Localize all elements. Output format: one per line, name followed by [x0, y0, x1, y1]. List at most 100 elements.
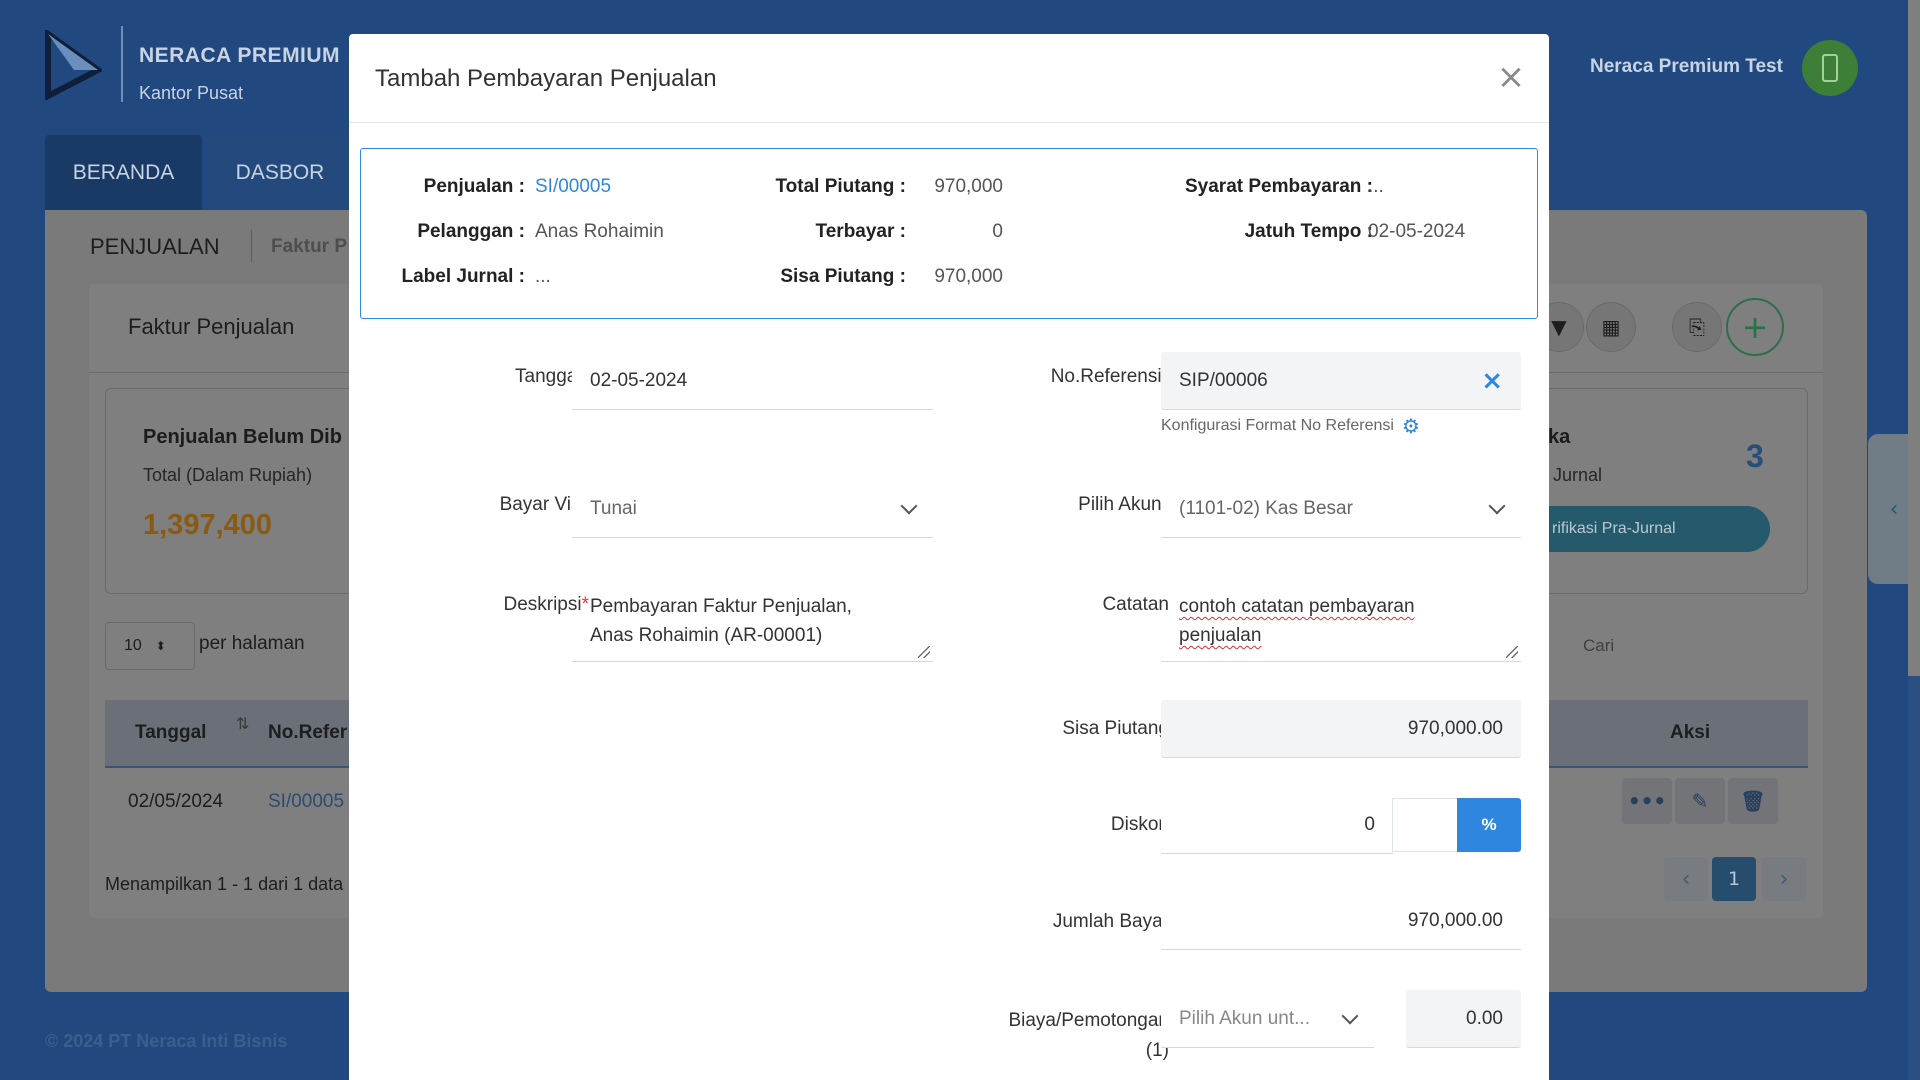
- clear-icon[interactable]: ×: [1481, 366, 1503, 396]
- app-logo: [45, 30, 102, 100]
- total-piutang-label: Total Piutang :: [775, 176, 906, 197]
- row-date: 02/05/2024: [128, 791, 224, 812]
- user-avatar[interactable]: [1802, 40, 1858, 96]
- chevron-left-icon: ‹: [1889, 496, 1899, 522]
- penjualan-label: Penjualan :: [423, 176, 525, 197]
- chevron-down-icon: [1488, 497, 1506, 515]
- stat2-count: 3: [1746, 438, 1764, 474]
- terbayar-value: 0: [992, 221, 1003, 242]
- chevron-left-icon: ‹: [1681, 866, 1691, 892]
- diskon-value: 0: [1364, 813, 1375, 835]
- catatan-textarea[interactable]: contoh catatan pembayaran penjualan: [1161, 580, 1521, 662]
- deskripsi-line: Pembayaran Faktur Penjualan,: [590, 596, 852, 617]
- biaya-akun-placeholder: Pilih Akun unt...: [1179, 1007, 1310, 1029]
- tanggal-input[interactable]: 02-05-2024: [572, 352, 933, 410]
- jumlah-bayar-value: 970,000.00: [1407, 909, 1503, 931]
- jumlah-bayar-label: Jumlah Bayar: [1052, 911, 1169, 932]
- row-ref-link[interactable]: SI/00005: [268, 791, 344, 813]
- column-action: Aksi: [1670, 722, 1711, 743]
- ref-config-label: Konfigurasi Format No Referensi: [1161, 417, 1394, 434]
- stat-value: 1,397,400: [143, 509, 273, 541]
- deskripsi-textarea[interactable]: Pembayaran Faktur Penjualan, Anas Rohaim…: [572, 580, 933, 662]
- no-ref-input[interactable]: SIP/00006 ×: [1161, 352, 1521, 410]
- per-page-value: 10: [124, 637, 142, 654]
- sisa-piutang-label: Sisa Piutang :: [780, 266, 906, 287]
- breadcrumb-sub[interactable]: Faktur P: [271, 236, 347, 258]
- sisa-piutang-input: 970,000.00: [1161, 700, 1521, 758]
- per-page-label: per halaman: [199, 633, 305, 654]
- close-button[interactable]: ×: [1493, 59, 1529, 95]
- filter-icon: ▼: [1551, 315, 1567, 339]
- updown-icon: ⬍: [155, 639, 166, 653]
- verify-prejournal-button[interactable]: rifikasi Pra-Jurnal: [1540, 506, 1770, 552]
- stat-card-unpaid: [105, 388, 365, 594]
- column-date[interactable]: Tanggal: [135, 722, 206, 744]
- stat-subtitle: Total (Dalam Rupiah): [143, 465, 313, 485]
- page-number[interactable]: 1: [1712, 857, 1756, 901]
- import-button[interactable]: ⎘: [1672, 302, 1722, 352]
- phone-icon: [1822, 54, 1838, 82]
- edit-button[interactable]: ✎: [1675, 778, 1725, 824]
- modal-title: Tambah Pembayaran Penjualan: [375, 65, 717, 92]
- biaya-value-input[interactable]: 0.00: [1406, 990, 1521, 1048]
- close-icon: ×: [1496, 57, 1526, 97]
- tanggal-value: 02-05-2024: [590, 369, 688, 391]
- grid-view-button[interactable]: ▦: [1586, 302, 1636, 352]
- diskon-amount-input[interactable]: [1392, 798, 1458, 852]
- brand-name: NERACA PREMIUM: [139, 44, 341, 67]
- add-button[interactable]: +: [1726, 298, 1784, 356]
- percent-toggle-button[interactable]: %: [1457, 798, 1521, 852]
- bayar-via-select[interactable]: Tunai: [572, 480, 933, 538]
- deskripsi-label: Deskripsi*: [503, 594, 589, 615]
- logo-divider: [121, 26, 123, 102]
- chevron-down-icon: [1341, 1007, 1359, 1025]
- sisa-piutang-value: 970,000: [934, 266, 1003, 287]
- syarat-label: Syarat Pembayaran :: [1185, 176, 1373, 197]
- label-jurnal-label: Label Jurnal :: [401, 266, 525, 287]
- delete-button[interactable]: 🗑: [1728, 778, 1778, 824]
- biaya-akun-select[interactable]: Pilih Akun unt...: [1161, 990, 1374, 1048]
- sort-icon[interactable]: ⇅: [236, 714, 249, 733]
- breadcrumb-main: PENJUALAN: [90, 234, 220, 259]
- biaya-value: 0.00: [1466, 1007, 1503, 1029]
- more-icon: •••: [1627, 789, 1667, 813]
- modal-header: Tambah Pembayaran Penjualan ×: [349, 34, 1549, 123]
- no-ref-value: SIP/00006: [1179, 369, 1268, 391]
- total-piutang-value: 970,000: [934, 176, 1003, 197]
- jumlah-bayar-input[interactable]: 970,000.00: [1161, 892, 1521, 950]
- showing-count: Menampilkan 1 - 1 dari 1 data: [105, 874, 344, 894]
- stat2-title: ka: [1548, 426, 1571, 448]
- pilih-akun-value: (1101-02) Kas Besar: [1179, 497, 1353, 519]
- scrollbar-thumb[interactable]: [1908, 0, 1920, 676]
- tab-beranda[interactable]: BERANDA: [45, 135, 202, 210]
- stat-title: Penjualan Belum Dib: [143, 426, 342, 448]
- per-page-select[interactable]: 10 ⬍: [105, 622, 195, 670]
- deskripsi-line: Anas Rohaimin (AR-00001): [590, 625, 823, 646]
- diskon-label: Diskon: [1110, 814, 1169, 835]
- biaya-label: Biaya/Pemotongan (1): [1008, 1010, 1169, 1061]
- sisa-piutang-field-label: Sisa Piutang: [1062, 718, 1169, 739]
- ref-config-link[interactable]: Konfigurasi Format No Referensi ⚙: [1161, 414, 1420, 438]
- next-page-button[interactable]: ›: [1762, 857, 1806, 901]
- add-payment-modal: Tambah Pembayaran Penjualan × Penjualan …: [349, 34, 1549, 1080]
- pelanggan-value: Anas Rohaimin: [535, 221, 664, 242]
- card-title: Faktur Penjualan: [128, 314, 295, 339]
- resize-handle[interactable]: [918, 646, 930, 658]
- stat-card-journal: [1540, 388, 1808, 594]
- prev-page-button[interactable]: ‹: [1664, 857, 1708, 901]
- no-ref-label: No.Referensi*: [1050, 366, 1169, 387]
- edit-icon: ✎: [1691, 789, 1709, 813]
- user-name[interactable]: Neraca Premium Test: [1590, 56, 1783, 78]
- footer-copyright: © 2024 PT Neraca Inti Bisnis: [45, 1031, 288, 1051]
- pilih-akun-label: Pilih Akun*: [1078, 494, 1169, 515]
- diskon-input[interactable]: 0: [1161, 796, 1393, 854]
- pilih-akun-select[interactable]: (1101-02) Kas Besar: [1161, 480, 1521, 538]
- more-button[interactable]: •••: [1622, 778, 1672, 824]
- terbayar-label: Terbayar :: [815, 221, 906, 242]
- column-ref[interactable]: No.Refer: [268, 722, 347, 744]
- tab-dasbor[interactable]: DASBOR: [207, 135, 353, 210]
- search-input[interactable]: Cari: [1583, 636, 1614, 656]
- penjualan-link[interactable]: SI/00005: [535, 176, 611, 198]
- trash-icon: 🗑: [1740, 789, 1766, 813]
- resize-handle[interactable]: [1506, 646, 1518, 658]
